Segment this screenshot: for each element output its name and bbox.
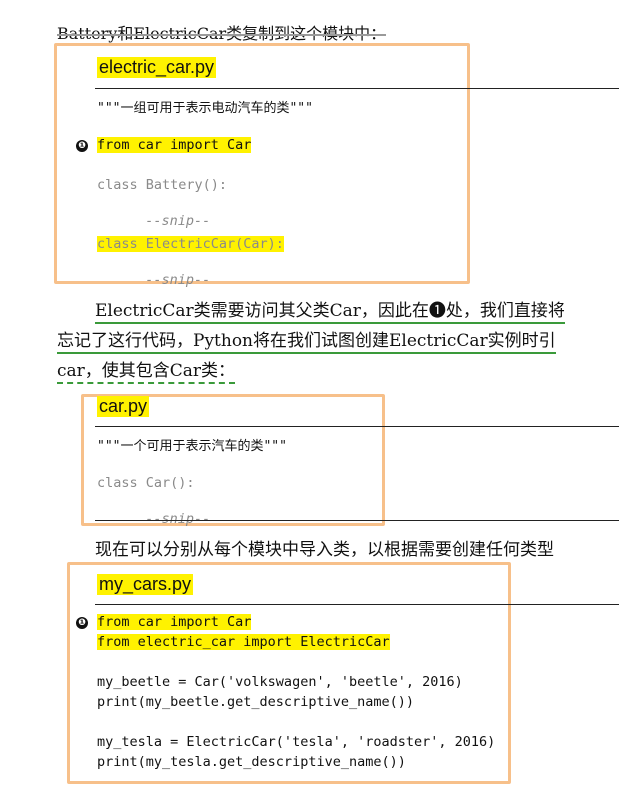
end-rule-2	[95, 520, 619, 521]
para1-line2-text: 忘记了这行代码，Python将在我们试图创建ElectricCar实例时引	[57, 331, 556, 354]
paragraph-1-line-2: 忘记了这行代码，Python将在我们试图创建ElectricCar实例时引	[57, 329, 556, 354]
code-snip-1: --snip--	[129, 197, 210, 229]
title-rule-3	[95, 604, 619, 605]
code-import-car-2: from car import Car	[97, 614, 252, 630]
snip-text-3: --snip--	[145, 511, 211, 527]
paragraph-1-line-1: ElectricCar类需要访问其父类Car，因此在❶处，我们直接将	[95, 299, 565, 324]
docstring-1: """一组可用于表示电动汽车的类"""	[97, 101, 313, 116]
title-rule-1	[95, 88, 619, 89]
code-snip-2: --snip--	[129, 256, 210, 288]
code-import-car: from car import Car	[97, 137, 252, 153]
docstring-2: """一个可用于表示汽车的类"""	[97, 439, 287, 454]
code-my-tesla: my_tesla = ElectricCar('tesla', 'roadste…	[97, 734, 496, 750]
code-print-beetle: print(my_beetle.get_descriptive_name())	[97, 694, 414, 710]
marker-1-icon: ❶	[76, 140, 88, 152]
code-class-electric-car: class ElectricCar(Car):	[97, 236, 284, 252]
code-print-tesla: print(my_tesla.get_descriptive_name())	[97, 754, 406, 770]
file-title-my-cars: my_cars.py	[97, 574, 194, 595]
code-my-beetle: my_beetle = Car('volkswagen', 'beetle', …	[97, 674, 463, 690]
title-rule-2	[95, 426, 619, 427]
annotation-box-3	[67, 562, 511, 784]
code-class-car: class Car():	[97, 475, 195, 491]
code-class-battery: class Battery():	[97, 177, 228, 193]
code-snip-3: --snip--	[129, 495, 210, 527]
intro-text: Battery和ElectricCar类复制到这个模块中：	[57, 24, 387, 43]
paragraph-1-line-3: car，使其包含Car类：	[57, 359, 236, 384]
snip-text-2: --snip--	[145, 272, 211, 288]
paragraph-2: 现在可以分别从每个模块中导入类，以根据需要创建任何类型	[95, 540, 554, 560]
file-title-electric-car: electric_car.py	[97, 57, 217, 78]
intro-line: Battery和ElectricCar类复制到这个模块中：	[57, 20, 386, 44]
marker-2-icon: ❶	[76, 617, 88, 629]
file-title-car: car.py	[97, 396, 150, 417]
code-import-electric-car: from electric_car import ElectricCar	[97, 634, 390, 650]
snip-text-1: --snip--	[145, 213, 211, 229]
para1-line3-text: car，使其包含Car类：	[57, 361, 236, 384]
para1-line1-text: ElectricCar类需要访问其父类Car，因此在❶处，我们直接将	[95, 301, 565, 324]
